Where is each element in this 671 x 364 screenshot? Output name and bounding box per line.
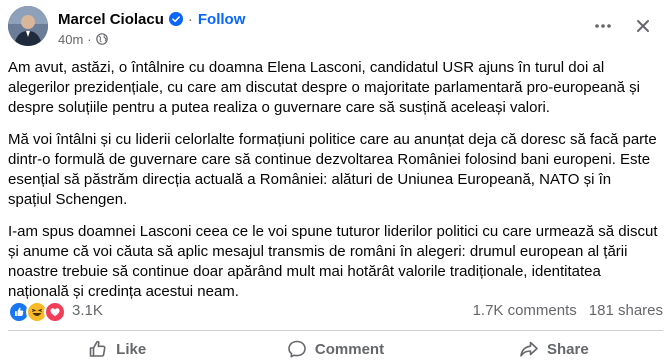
comment-button[interactable]: Comment — [226, 334, 444, 364]
post-meta: 40m · — [58, 31, 108, 47]
author-name[interactable]: Marcel Ciolacu — [58, 11, 164, 28]
share-label: Share — [546, 340, 589, 358]
engagement-counts: 1.7K comments 181 shares — [473, 302, 663, 319]
like-button[interactable]: Like — [8, 334, 226, 364]
avatar-image — [8, 6, 48, 46]
reactions-summary: 3.1K 1.7K comments 181 shares — [8, 300, 663, 323]
comments-count[interactable]: 1.7K comments — [473, 302, 577, 319]
share-button[interactable]: Share — [445, 334, 663, 364]
comment-label: Comment — [314, 340, 385, 358]
reaction-count[interactable]: 3.1K — [72, 302, 103, 319]
avatar[interactable] — [8, 6, 48, 46]
author-line: Marcel Ciolacu · Follow — [58, 9, 245, 29]
post-body: Am avut, astăzi, o întâlnire cu doamna E… — [8, 58, 658, 314]
follow-button[interactable]: Follow — [198, 11, 246, 28]
love-reaction-icon — [44, 301, 66, 323]
separator-dot: · — [187, 10, 193, 28]
verified-badge-icon — [168, 12, 183, 26]
post-time[interactable]: 40m — [58, 32, 83, 47]
close-button[interactable] — [627, 10, 659, 42]
close-icon — [637, 20, 649, 32]
post-header: Marcel Ciolacu · Follow 40m · — [8, 0, 663, 52]
reaction-icons[interactable] — [8, 301, 66, 323]
post-paragraph: I-am spus doamnei Lasconi ceea ce le voi… — [8, 223, 658, 300]
post-paragraph: Am avut, astăzi, o întâlnire cu doamna E… — [8, 59, 641, 116]
like-label: Like — [116, 340, 147, 358]
more-options-icon — [595, 24, 611, 28]
action-bar: Like Comment Share — [8, 334, 663, 364]
share-arrow-icon — [520, 341, 538, 357]
globe-icon — [95, 33, 108, 45]
meta-separator: · — [87, 31, 92, 47]
more-options-button[interactable] — [587, 10, 619, 42]
divider — [8, 330, 663, 331]
thumbs-up-icon — [89, 340, 106, 357]
shares-count[interactable]: 181 shares — [589, 302, 663, 319]
comment-bubble-icon — [288, 340, 306, 358]
post-paragraph: Mă voi întâlni și cu liderii celorlalte … — [8, 131, 657, 208]
